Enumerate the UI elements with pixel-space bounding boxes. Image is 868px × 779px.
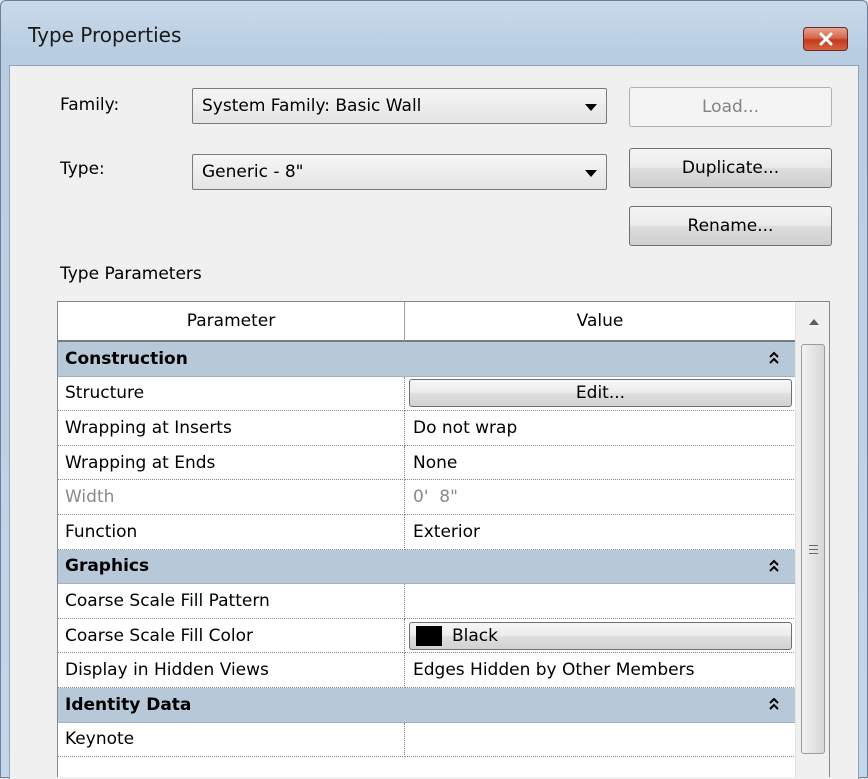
table-header: Parameter Value xyxy=(58,302,796,342)
parameters-table: Parameter Value Construction Structure E… xyxy=(57,301,830,777)
family-value: System Family: Basic Wall xyxy=(202,96,422,116)
column-header-value[interactable]: Value xyxy=(405,302,796,342)
family-label: Family: xyxy=(60,95,120,115)
close-button[interactable] xyxy=(803,27,848,51)
type-parameters-label: Type Parameters xyxy=(60,264,202,284)
rename-button[interactable]: Rename... xyxy=(629,206,832,246)
group-header-construction[interactable]: Construction xyxy=(58,342,796,377)
table-row[interactable]: Wrapping at Inserts Do not wrap xyxy=(58,411,796,446)
fill-color-button[interactable]: Black xyxy=(409,621,792,650)
column-header-parameter[interactable]: Parameter xyxy=(58,302,405,342)
duplicate-button[interactable]: Duplicate... xyxy=(629,148,832,188)
table-row[interactable]: Function Exterior xyxy=(58,514,796,550)
group-header-graphics[interactable]: Graphics xyxy=(58,549,796,585)
structure-edit-button[interactable]: Edit... xyxy=(409,379,792,408)
title-bar[interactable]: Type Properties xyxy=(1,1,867,65)
dialog-window: Type Properties Family: System Family: B… xyxy=(0,0,868,779)
collapse-icon[interactable] xyxy=(768,696,780,712)
table-row[interactable]: Keynote xyxy=(58,722,796,758)
dialog-body: Family: System Family: Basic Wall Load..… xyxy=(9,65,859,779)
table-row[interactable]: Coarse Scale Fill Pattern xyxy=(58,584,796,619)
dialog-title: Type Properties xyxy=(28,23,182,47)
type-label: Type: xyxy=(60,159,105,179)
scrollbar-thumb[interactable] xyxy=(801,344,825,754)
chevron-down-icon xyxy=(585,104,597,111)
grip-icon xyxy=(809,545,818,557)
load-button[interactable]: Load... xyxy=(629,87,832,127)
table-body: Construction Structure Edit... Wrapping … xyxy=(58,342,796,758)
table-row[interactable]: Structure Edit... xyxy=(58,376,796,412)
scroll-up-button[interactable] xyxy=(796,302,829,342)
chevron-down-icon xyxy=(585,170,597,177)
type-dropdown[interactable]: Generic - 8" xyxy=(192,154,607,190)
table-row[interactable]: Display in Hidden Views Edges Hidden by … xyxy=(58,653,796,688)
collapse-icon[interactable] xyxy=(768,558,780,574)
table-row[interactable]: Wrapping at Ends None xyxy=(58,445,796,481)
color-swatch xyxy=(416,625,442,646)
vertical-scrollbar[interactable] xyxy=(795,302,829,777)
table-row[interactable]: Coarse Scale Fill Color Black xyxy=(58,618,796,654)
family-dropdown[interactable]: System Family: Basic Wall xyxy=(192,88,607,124)
table-row: Width 0' 8" xyxy=(58,480,796,515)
close-icon xyxy=(819,32,832,46)
collapse-icon[interactable] xyxy=(768,350,780,366)
group-header-identity-data[interactable]: Identity Data xyxy=(58,687,796,723)
type-value: Generic - 8" xyxy=(202,162,304,182)
arrow-up-icon xyxy=(808,319,819,325)
